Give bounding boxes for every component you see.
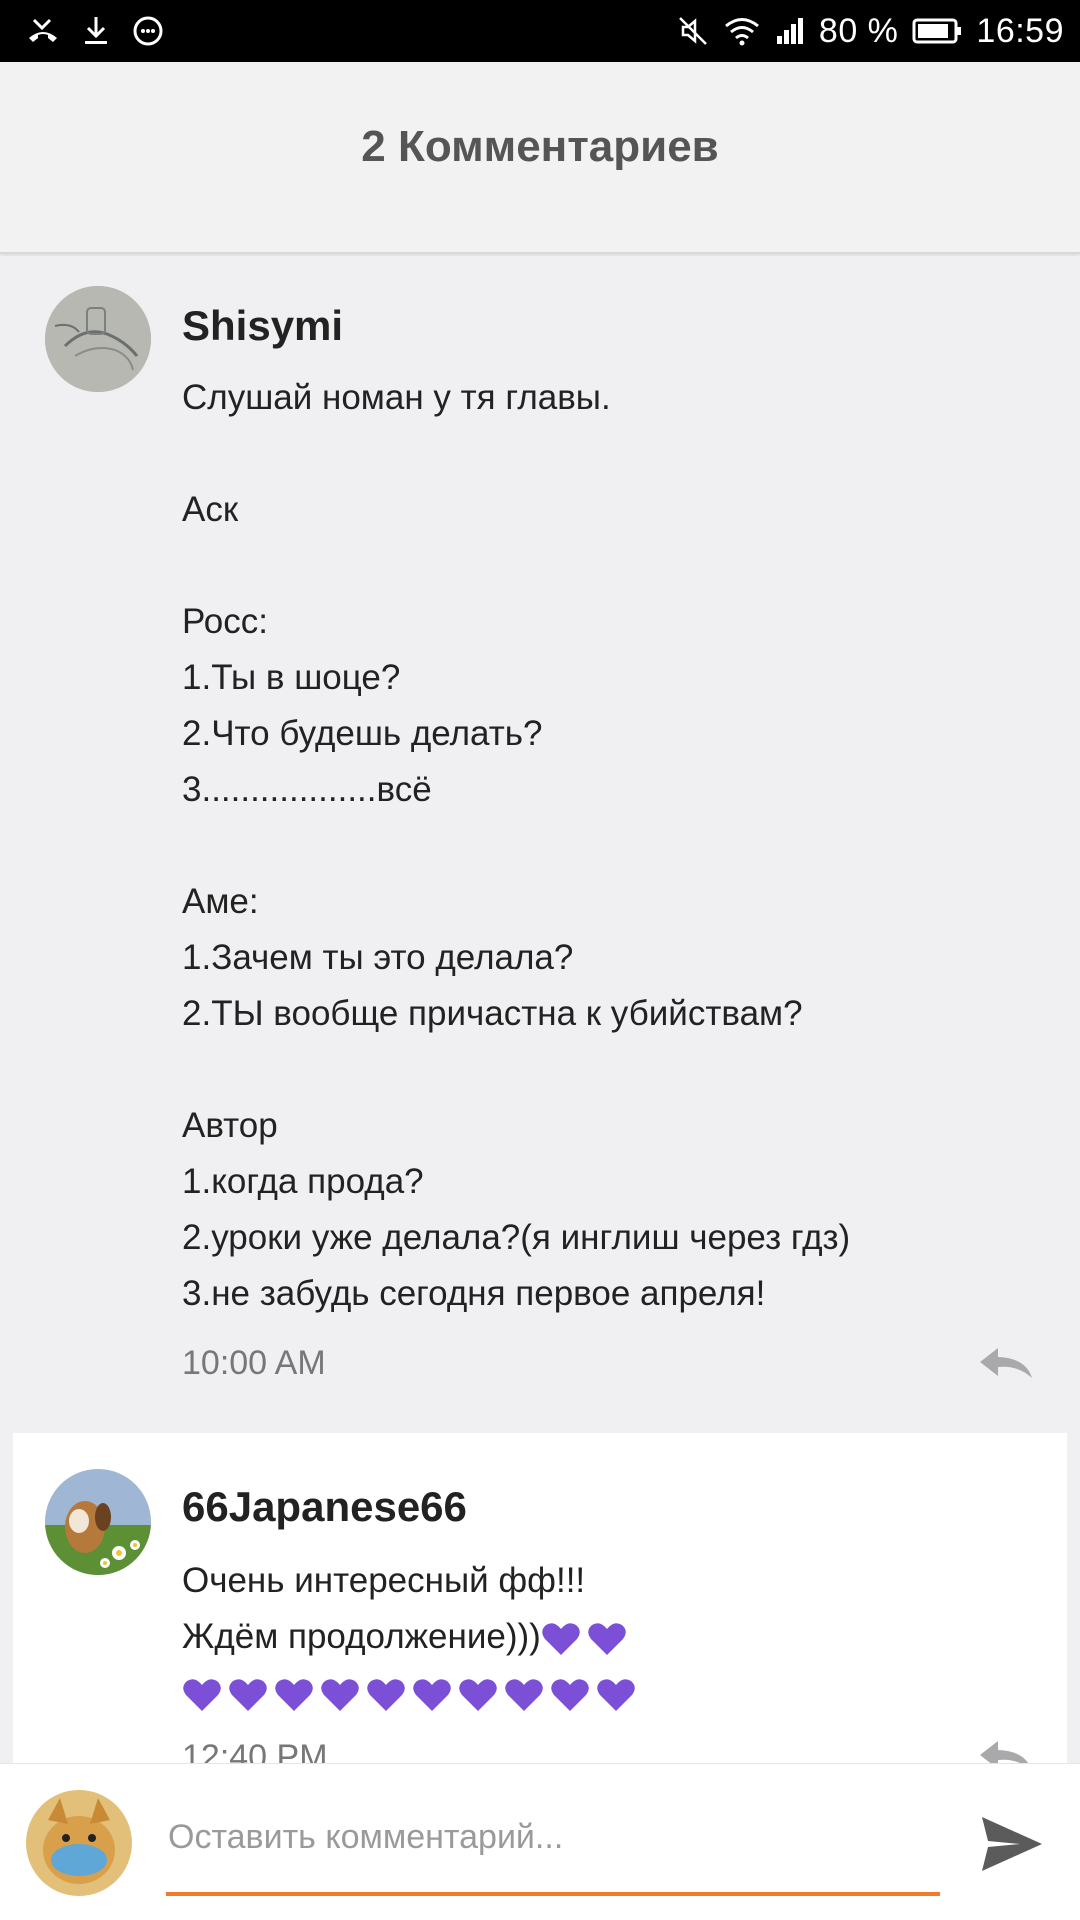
- battery-percent: 80 %: [818, 11, 899, 50]
- purple-heart-icon: [551, 1678, 589, 1711]
- comment-line: 2.Что будешь делать?: [182, 714, 543, 753]
- status-bar: 80 % 16:59: [0, 0, 1080, 62]
- comment-line: Росс:: [182, 602, 268, 641]
- comment-line: Автор: [182, 1106, 278, 1145]
- messenger-icon: [132, 15, 164, 47]
- comment-line: 2.уроки уже делала?(я инглиш через гдз): [182, 1218, 851, 1257]
- avatar[interactable]: [45, 286, 151, 392]
- comment-line: 1.когда прода?: [182, 1162, 424, 1201]
- avatar[interactable]: [45, 1469, 151, 1575]
- comment-item: Shisymi Слушай номан у тя главы. Аск Рос…: [0, 256, 1080, 1433]
- purple-heart-icon: [505, 1678, 543, 1711]
- current-user-avatar[interactable]: [26, 1790, 132, 1896]
- missed-call-icon: [26, 16, 60, 46]
- hearts-group: [182, 1677, 636, 1713]
- comment-line: Ждём продолжение))): [182, 1609, 636, 1665]
- comment-text: Очень интересный фф!!! Ждём продолжение)…: [182, 1553, 636, 1721]
- purple-heart-icon: [542, 1622, 580, 1655]
- comment-line: 1.Ты в шоце?: [182, 658, 401, 697]
- reply-icon[interactable]: [978, 1739, 1034, 1763]
- purple-heart-icon: [275, 1678, 313, 1711]
- mute-icon: [677, 15, 709, 47]
- comment-line: Очень интересный фф!!!: [182, 1561, 586, 1600]
- signal-icon: [775, 16, 805, 46]
- comment-line: Аск: [182, 490, 239, 529]
- purple-heart-icon: [229, 1678, 267, 1711]
- comment-line: [182, 1665, 636, 1721]
- clock: 16:59: [976, 11, 1064, 50]
- comment-line-text: Ждём продолжение))): [182, 1617, 541, 1656]
- comment-line: 3.не забудь сегодня первое апреля!: [182, 1274, 766, 1313]
- comment-input[interactable]: [168, 1804, 938, 1870]
- comment-timestamp: 10:00 AM: [182, 1344, 326, 1382]
- purple-heart-icon: [597, 1678, 635, 1711]
- comment-line: [182, 538, 850, 594]
- comment-line: 2.ТЫ вообще причастна к убийствам?: [182, 994, 803, 1033]
- download-icon: [82, 15, 110, 47]
- send-icon: [980, 1815, 1044, 1878]
- purple-heart-icon: [413, 1678, 451, 1711]
- send-button[interactable]: [972, 1806, 1052, 1886]
- purple-heart-icon: [321, 1678, 359, 1711]
- page-title: 2 Комментариев: [361, 122, 719, 171]
- comment-line: [182, 1042, 850, 1098]
- header: 2 Комментариев: [0, 62, 1080, 254]
- comment-line: [182, 426, 850, 482]
- comment-line: 3..................всё: [182, 770, 432, 809]
- purple-heart-icon: [367, 1678, 405, 1711]
- comment-line: Аме:: [182, 882, 259, 921]
- hearts-group: [541, 1621, 627, 1657]
- comment-author[interactable]: 66Japanese66: [182, 1483, 467, 1531]
- comment-line: Слушай номан у тя главы.: [182, 378, 611, 417]
- battery-icon: [912, 17, 962, 45]
- purple-heart-icon: [183, 1678, 221, 1711]
- wifi-icon: [723, 16, 761, 46]
- comment-compose-bar: [0, 1763, 1080, 1920]
- comment-author[interactable]: Shisymi: [182, 302, 343, 350]
- comment-line: 1.Зачем ты это делала?: [182, 938, 574, 977]
- reply-icon[interactable]: [978, 1346, 1034, 1385]
- input-underline: [166, 1892, 940, 1896]
- comment-item: 66Japanese66 Очень интересный фф!!! Ждём…: [13, 1433, 1067, 1763]
- purple-heart-icon: [459, 1678, 497, 1711]
- comment-text: Слушай номан у тя главы. Аск Росс: 1.Ты …: [182, 370, 850, 1322]
- purple-heart-icon: [588, 1622, 626, 1655]
- comment-line: [182, 818, 850, 874]
- comment-timestamp: 12:40 PM: [182, 1738, 328, 1763]
